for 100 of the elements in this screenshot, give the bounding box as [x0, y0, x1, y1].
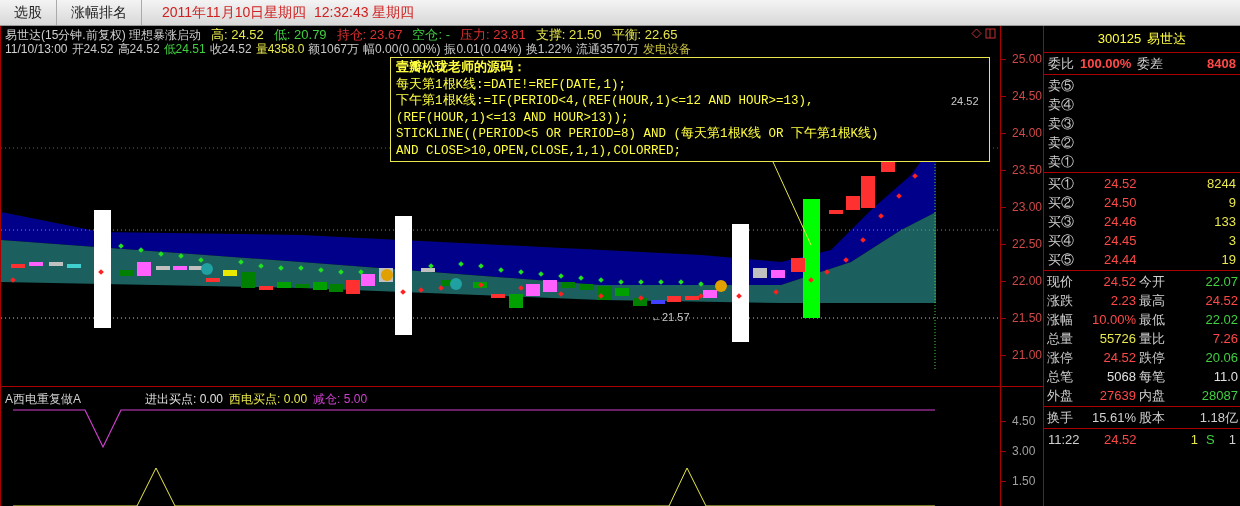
window-icon[interactable]: [985, 28, 996, 39]
price-axis-label: 23.00: [1012, 199, 1043, 216]
order-label: 买⑤: [1048, 251, 1075, 269]
candle: [49, 262, 63, 266]
indicator-stat: 高: 24.52: [211, 28, 264, 42]
indicator-axis-label: 3.00: [1012, 443, 1036, 460]
quote-value: 22.02: [1204, 311, 1238, 329]
quote-value: 5068: [1106, 368, 1136, 386]
toolbar-tab[interactable]: 选股: [0, 0, 57, 25]
order-label: 卖④: [1048, 96, 1074, 114]
stock-code: 300125: [1097, 30, 1142, 49]
code-line: 下午第1根K线:=IF(PERIOD<4,(REF(HOUR,1)<=12 AND HOUR>=13),: [396, 93, 814, 110]
candle: [579, 284, 593, 290]
candle: [241, 272, 255, 288]
code-line: 每天第1根K线:=DATE!=REF(DATE,1);: [396, 76, 627, 93]
quote-value: 55726: [1098, 330, 1136, 348]
quote-value: 22.07: [1204, 273, 1238, 291]
candle: [206, 278, 220, 282]
low-price-label: ←21.57: [651, 310, 690, 325]
bar-field: 开24.52: [71, 42, 114, 56]
bar-field: 振0.01(0.04%): [444, 42, 522, 56]
order-volume: 19: [1221, 251, 1236, 269]
candle: [119, 270, 133, 276]
price-axis-label: 21.50: [1012, 310, 1043, 327]
order-label: 卖③: [1048, 115, 1074, 133]
indicator-value: 进出买点: 0.00: [145, 391, 224, 408]
quote-label: 涨幅: [1047, 311, 1074, 329]
price-axis-label: 22.00: [1012, 273, 1043, 290]
candle: [137, 262, 151, 276]
quote-value: 2.23: [1109, 292, 1136, 310]
order-label: 卖②: [1048, 134, 1074, 152]
order-label: 买②: [1048, 194, 1075, 212]
candle: [67, 264, 81, 268]
signal-marker-icon: [450, 278, 462, 290]
candle: [259, 286, 273, 290]
candle: [277, 282, 291, 288]
candle: [223, 270, 237, 276]
indicator-stat: 支撑: 21.50: [535, 28, 602, 42]
datetime-label: 2011年11月10日星期四 12:32:43 星期四: [162, 3, 415, 22]
quote-value: 11.0: [1212, 368, 1238, 386]
bar-field: 发电设备: [642, 42, 691, 56]
candle: [421, 268, 435, 272]
quote-value: 8408: [1207, 55, 1236, 73]
bar-field: 量4358.0: [255, 42, 305, 56]
toolbar-tab[interactable]: 涨幅排名: [57, 0, 142, 25]
indicator-stat: 持仓: 23.67: [336, 28, 403, 42]
candle: [543, 280, 557, 292]
indicator-stat: 低: 20.79: [273, 28, 327, 42]
bar-field: 高24.52: [117, 42, 160, 56]
signal-marker-icon: [201, 263, 213, 275]
candle: [633, 298, 647, 306]
candle: [329, 284, 343, 292]
candle: [703, 290, 717, 298]
diamond-icon[interactable]: [971, 28, 982, 39]
bar-field: 收24.52: [209, 42, 252, 56]
candle: [526, 284, 540, 296]
tick-volume: 1: [1189, 431, 1198, 449]
quote-label: 现价: [1047, 273, 1074, 291]
code-line: STICKLINE((PERIOD<5 OR PERIOD=8) AND (每天第1根K线 OR 下午第1根K线): [396, 126, 879, 143]
quote-label: 今开: [1139, 273, 1166, 291]
candle: [156, 266, 170, 270]
price-axis-label: 22.50: [1012, 236, 1043, 253]
candle: [509, 294, 523, 308]
indicator-axis-label: 4.50: [1012, 413, 1036, 430]
last-price-label: 24.52: [951, 94, 979, 109]
stock-name: 易世达: [1147, 30, 1187, 49]
quote-label: 换手: [1047, 409, 1074, 427]
quote-label: 最高: [1139, 292, 1166, 310]
bar-field: 换1.22%: [525, 42, 572, 56]
quote-value: 20.06: [1204, 349, 1238, 367]
order-price: 24.45: [1104, 232, 1137, 250]
bar-time: 11/10/13:00: [5, 42, 68, 56]
quote-label: 总量: [1047, 330, 1074, 348]
quote-label: 外盘: [1047, 387, 1074, 405]
order-price: 24.46: [1104, 213, 1137, 231]
candle: [361, 274, 375, 286]
tick-price: 24.52: [1104, 431, 1138, 449]
candle: [491, 294, 505, 298]
candle: [295, 284, 309, 288]
quote-value: 15.61%: [1090, 409, 1136, 427]
bar-field: 流通3570万: [575, 42, 639, 56]
quote-value: 24.52: [1204, 292, 1238, 310]
price-axis-label: 23.50: [1012, 162, 1043, 179]
candle: [667, 296, 681, 302]
order-volume: 133: [1214, 213, 1236, 231]
order-price: 24.44: [1104, 251, 1137, 269]
quote-value: 24.52: [1102, 349, 1136, 367]
order-label: 卖①: [1048, 153, 1074, 171]
quote-label: 涨停: [1047, 349, 1074, 367]
order-label: 买③: [1048, 213, 1075, 231]
candle: [313, 282, 327, 290]
signal-marker-icon: [715, 280, 727, 292]
quote-value: 100.00%: [1080, 55, 1132, 73]
candle: [651, 300, 665, 304]
order-volume: 8244: [1207, 175, 1236, 193]
indicator-stat: 空仓: -: [412, 28, 450, 42]
indicator-stat: 压力: 23.81: [460, 28, 526, 42]
order-price: 24.50: [1104, 194, 1137, 212]
order-label: 买④: [1048, 232, 1075, 250]
bar-field: 低24.51: [163, 42, 206, 56]
